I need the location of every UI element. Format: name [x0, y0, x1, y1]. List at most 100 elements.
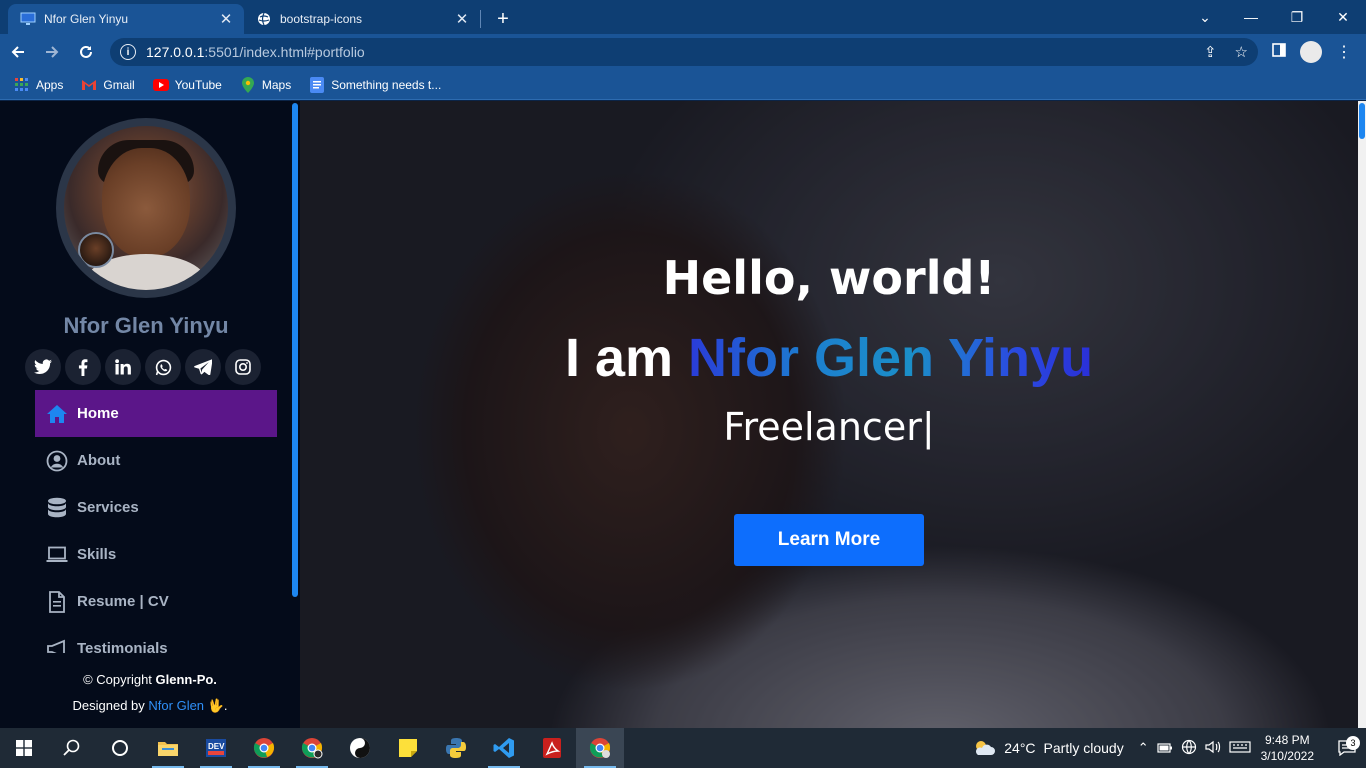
url-host: 127.0.0.1	[146, 44, 205, 60]
tab-close-icon[interactable]: ✕	[218, 10, 234, 28]
bookmark-star-icon[interactable]: ☆	[1235, 43, 1248, 61]
sidebar-scrollbar[interactable]	[292, 103, 298, 597]
site-info-icon[interactable]: i	[120, 44, 136, 60]
maximize-button[interactable]: ❐	[1274, 9, 1320, 26]
taskbar-python[interactable]	[432, 728, 480, 768]
hero-title: I am Nfor Glen Yinyu	[564, 328, 1094, 388]
reload-button[interactable]	[70, 36, 102, 68]
whatsapp-link[interactable]	[145, 349, 181, 385]
profile-photo	[56, 118, 236, 298]
action-center-button[interactable]: 3	[1328, 736, 1366, 756]
start-button[interactable]	[0, 728, 48, 768]
bookmark-gmail[interactable]: Gmail	[81, 77, 135, 93]
telegram-icon	[194, 359, 212, 375]
sidebar-item-services[interactable]: Services	[35, 484, 277, 531]
bookmark-youtube[interactable]: YouTube	[152, 77, 222, 93]
taskbar-chrome[interactable]	[240, 728, 288, 768]
instagram-link[interactable]	[225, 349, 261, 385]
sidebar-item-about[interactable]: About	[35, 437, 277, 484]
whatsapp-icon	[155, 359, 171, 375]
taskbar-file-explorer[interactable]	[144, 728, 192, 768]
keyboard-icon[interactable]	[1229, 740, 1251, 756]
url-path: :5501/index.html#portfolio	[204, 44, 365, 60]
learn-more-button[interactable]: Learn More	[734, 514, 924, 566]
tab-title: Nfor Glen Yinyu	[44, 12, 129, 26]
copyright-line: © Copyright Glenn-Po.	[83, 672, 217, 687]
close-window-button[interactable]: ✕	[1320, 9, 1366, 26]
clock-date: 3/10/2022	[1260, 749, 1314, 763]
tab-search-chevron-icon[interactable]: ⌄	[1182, 9, 1228, 26]
minimize-button[interactable]: —	[1228, 9, 1274, 25]
volume-icon[interactable]	[1205, 740, 1221, 757]
share-icon[interactable]: ⇪	[1204, 43, 1217, 61]
taskbar-vscode[interactable]	[480, 728, 528, 768]
taskbar-chrome-profile[interactable]	[288, 728, 336, 768]
dev-app-icon: DEV	[206, 739, 226, 757]
tab-bootstrap-icons[interactable]: bootstrap-icons ✕	[244, 4, 480, 34]
bookmark-maps[interactable]: Maps	[240, 76, 291, 93]
back-button[interactable]	[2, 36, 34, 68]
megaphone-icon	[45, 637, 69, 653]
bookmark-apps[interactable]: Apps	[14, 77, 63, 93]
cortana-circle-icon	[112, 740, 128, 756]
folder-icon	[158, 742, 178, 756]
weather-temp: 24°C	[1004, 740, 1036, 756]
file-icon	[45, 590, 69, 614]
tab-portfolio[interactable]: Nfor Glen Yinyu ✕	[8, 4, 244, 34]
cortana-button[interactable]	[96, 728, 144, 768]
reload-icon	[80, 45, 92, 58]
pdf-icon	[543, 738, 561, 758]
taskbar-chrome-active[interactable]	[576, 728, 624, 768]
new-tab-button[interactable]: +	[489, 4, 517, 34]
taskbar-yin-yang-app[interactable]	[336, 728, 384, 768]
facebook-link[interactable]	[65, 349, 101, 385]
chevron-up-icon[interactable]: ⌃	[1138, 740, 1149, 756]
designer-link[interactable]: Nfor Glen	[148, 698, 204, 713]
taskbar-acrobat[interactable]	[528, 728, 576, 768]
sidebar-nav-scroll-area: Home About Services Skills Resume | CV T…	[0, 390, 292, 653]
bookmark-something[interactable]: Something needs t...	[309, 76, 441, 93]
clock[interactable]: 9:48 PM 3/10/2022	[1261, 732, 1314, 764]
search-icon	[63, 739, 80, 756]
chrome-active-icon	[589, 738, 611, 758]
vscode-icon	[493, 738, 514, 758]
forward-button[interactable]	[36, 36, 68, 68]
menu-kebab-icon[interactable]: ⋮	[1336, 42, 1352, 62]
twitter-link[interactable]	[25, 349, 61, 385]
network-globe-icon[interactable]	[1181, 739, 1197, 758]
page-scrollbar-thumb[interactable]	[1359, 103, 1365, 139]
search-button[interactable]	[48, 728, 96, 768]
telegram-link[interactable]	[185, 349, 221, 385]
monitor-favicon-icon	[20, 11, 36, 27]
sidebar-item-testimonials[interactable]: Testimonials	[35, 625, 277, 653]
windows-taskbar: DEV 24°C Partly cloudy ⌃ 9:48 PM 3/10/20…	[0, 728, 1366, 768]
side-panel-icon[interactable]	[1272, 42, 1286, 62]
laptop-icon	[45, 543, 69, 567]
hero-greeting: Hello, world!	[662, 251, 996, 305]
youtube-icon	[152, 77, 169, 93]
sidebar-footer: © Copyright Glenn-Po. Designed by Nfor G…	[0, 667, 300, 719]
weather-text: Partly cloudy	[1043, 740, 1124, 756]
arrow-left-icon	[11, 46, 24, 58]
sidebar-item-resume[interactable]: Resume | CV	[35, 578, 277, 625]
facebook-icon	[78, 358, 88, 376]
sidebar-item-label: Skills	[77, 546, 117, 563]
apps-grid-icon	[14, 77, 30, 93]
profile-avatar[interactable]	[1300, 41, 1322, 63]
sidebar-nav: Home About Services Skills Resume | CV T…	[35, 390, 277, 653]
linkedin-link[interactable]	[105, 349, 141, 385]
weather-widget[interactable]: 24°C Partly cloudy	[972, 738, 1124, 758]
sidebar-item-skills[interactable]: Skills	[35, 531, 277, 578]
taskbar-sticky-notes[interactable]	[384, 728, 432, 768]
page-scrollbar[interactable]	[1358, 101, 1366, 728]
svg-text:DEV: DEV	[208, 742, 225, 751]
tab-close-icon[interactable]: ✕	[454, 10, 470, 28]
tray-icons: ⌃	[1138, 739, 1251, 758]
sidebar-item-home[interactable]: Home	[35, 390, 277, 437]
address-bar[interactable]: i 127.0.0.1:5501/index.html#portfolio ⇪ …	[110, 38, 1258, 66]
battery-icon[interactable]	[1157, 741, 1173, 756]
window-controls: ⌄ — ❐ ✕	[1182, 0, 1366, 34]
sidebar-item-label: Resume | CV	[77, 593, 169, 610]
python-icon	[446, 738, 466, 758]
taskbar-devtools-app[interactable]: DEV	[192, 728, 240, 768]
